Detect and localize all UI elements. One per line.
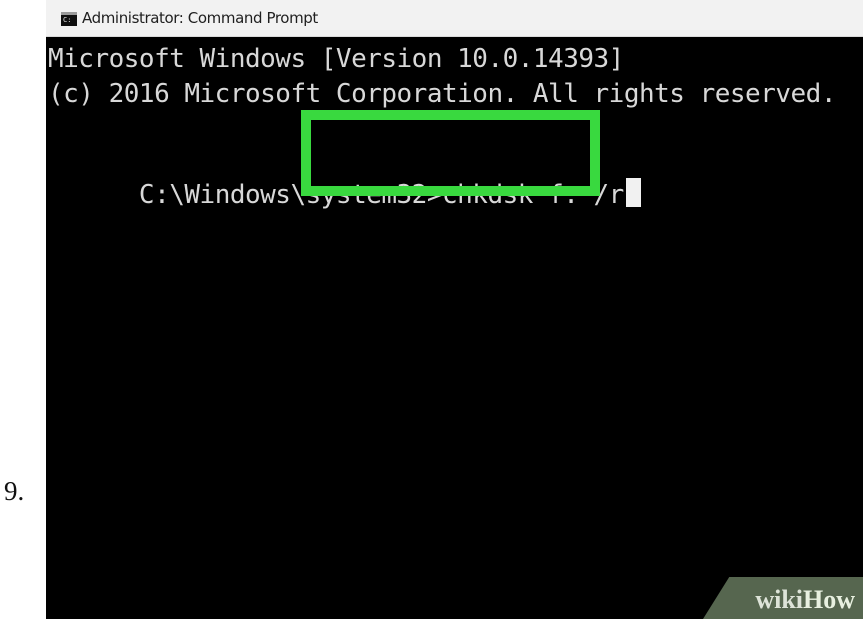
wikihow-watermark: wikiHow [755, 585, 855, 615]
command-highlight-box [301, 110, 600, 196]
command-prompt-window[interactable]: C: Administrator: Command Prompt Microso… [46, 0, 863, 619]
text-cursor [625, 178, 641, 207]
step-number: 9. [4, 476, 25, 506]
console-output[interactable]: Microsoft Windows [Version 10.0.14393] (… [46, 44, 863, 619]
watermark-how: How [803, 585, 855, 614]
window-title: Administrator: Command Prompt [82, 9, 318, 27]
watermark-wiki: wiki [755, 585, 803, 614]
window-titlebar[interactable]: C: Administrator: Command Prompt [46, 0, 863, 37]
console-line-copyright: (c) 2016 Microsoft Corporation. All righ… [48, 79, 836, 109]
console-line-version: Microsoft Windows [Version 10.0.14393] [48, 44, 624, 74]
command-prompt-icon: C: [61, 12, 77, 26]
